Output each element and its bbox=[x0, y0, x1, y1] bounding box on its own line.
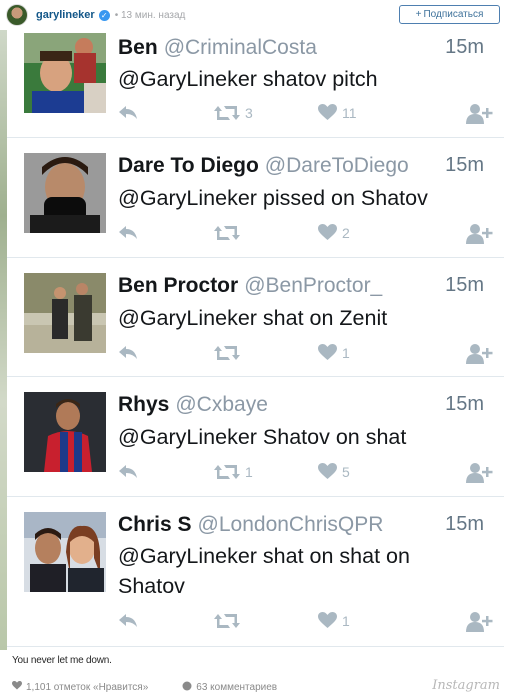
tweet-time[interactable]: 15m bbox=[445, 513, 484, 536]
tweet-handle[interactable]: @Cxbaye bbox=[175, 393, 268, 416]
image-edge-strip bbox=[0, 30, 7, 650]
tweet-author: Ben @CriminalCosta bbox=[118, 36, 317, 60]
retweet-icon[interactable]: 1 bbox=[214, 463, 253, 481]
tweet-item: Chris S @LondonChrisQPR 15m @GaryLineker … bbox=[7, 497, 504, 647]
tweet-text-line: Shatov bbox=[118, 574, 185, 598]
reply-icon[interactable] bbox=[118, 344, 138, 360]
tweet-author: Ben Proctor @BenProctor_ bbox=[118, 274, 382, 298]
tweet-display-name[interactable]: Ben bbox=[118, 36, 158, 59]
retweet-icon[interactable] bbox=[214, 224, 245, 242]
instagram-logo: Instagram bbox=[432, 678, 500, 693]
tweet-time[interactable]: 15m bbox=[445, 154, 484, 177]
retweet-icon[interactable] bbox=[214, 344, 245, 362]
tweet-time[interactable]: 15m bbox=[445, 274, 484, 297]
follow-user-icon[interactable] bbox=[466, 612, 494, 632]
tweet-avatar[interactable] bbox=[24, 33, 106, 113]
instagram-post-footer: 1,101 отметок «Нравится» 63 комментариев… bbox=[0, 678, 508, 694]
tweet-text-line: @GaryLineker shat on shat on bbox=[118, 544, 410, 568]
like-icon[interactable]: 5 bbox=[318, 463, 350, 480]
tweet-text: @GaryLineker shat on shat on Shatov bbox=[118, 541, 488, 601]
tweet-item: Ben Proctor @BenProctor_ 15m @GaryLineker… bbox=[7, 258, 504, 377]
follow-button-label: Подписаться bbox=[423, 9, 484, 20]
account-avatar[interactable] bbox=[6, 4, 28, 26]
like-icon[interactable]: 1 bbox=[318, 344, 350, 361]
plus-icon: + bbox=[415, 9, 422, 20]
like-icon[interactable]: 11 bbox=[318, 104, 357, 121]
like-count: 5 bbox=[342, 463, 350, 480]
retweet-count: 1 bbox=[245, 464, 253, 480]
retweet-icon[interactable] bbox=[214, 612, 245, 630]
tweet-avatar[interactable] bbox=[24, 153, 106, 233]
follow-user-icon[interactable] bbox=[466, 224, 494, 244]
tweet-display-name[interactable]: Dare To Diego bbox=[118, 154, 259, 177]
like-count: 1 bbox=[342, 344, 350, 361]
tweet-avatar[interactable] bbox=[24, 512, 106, 592]
tweet-item: Ben @CriminalCosta 15m @GaryLineker shato… bbox=[7, 30, 504, 138]
tweet-text: @GaryLineker Shatov on shat bbox=[118, 425, 407, 449]
follow-button[interactable]: + Подписаться bbox=[399, 5, 500, 24]
reply-icon[interactable] bbox=[118, 463, 138, 479]
tweet-handle[interactable]: @LondonChrisQPR bbox=[198, 513, 384, 536]
tweet-item: Dare To Diego @DareToDiego 15m @GaryLinek… bbox=[7, 138, 504, 258]
tweet-screenshot: Ben @CriminalCosta 15m @GaryLineker shato… bbox=[0, 30, 508, 650]
comments-count-text[interactable]: 63 комментариев bbox=[196, 682, 277, 693]
like-count: 11 bbox=[342, 104, 357, 121]
like-icon[interactable]: 2 bbox=[318, 224, 350, 241]
tweet-author: Chris S @LondonChrisQPR bbox=[118, 513, 383, 537]
reply-icon[interactable] bbox=[118, 224, 138, 240]
retweet-icon[interactable]: 3 bbox=[214, 104, 253, 122]
likes-count-text[interactable]: 1,101 отметок «Нравится» bbox=[26, 682, 148, 693]
tweet-avatar[interactable] bbox=[24, 392, 106, 472]
heart-icon[interactable] bbox=[12, 681, 22, 693]
reply-icon[interactable] bbox=[118, 104, 138, 120]
tweet-avatar[interactable] bbox=[24, 273, 106, 353]
verified-badge-icon: ✓ bbox=[98, 9, 110, 21]
tweet-text: @GaryLineker shatov pitch bbox=[118, 67, 378, 91]
tweet-time[interactable]: 15m bbox=[445, 36, 484, 59]
post-time: • 13 мин. назад bbox=[114, 9, 186, 21]
tweet-handle[interactable]: @BenProctor_ bbox=[244, 274, 382, 297]
tweet-time[interactable]: 15m bbox=[445, 393, 484, 416]
like-count: 2 bbox=[342, 224, 350, 241]
tweet-actions: 1 5 bbox=[118, 463, 498, 485]
follow-user-icon[interactable] bbox=[466, 463, 494, 483]
tweet-item: Rhys @Cxbaye 15m @GaryLineker Shatov on s… bbox=[7, 377, 504, 497]
tweet-actions: 1 bbox=[118, 612, 498, 634]
tweet-actions: 2 bbox=[118, 224, 498, 246]
like-count: 1 bbox=[342, 612, 350, 629]
tweet-text: @GaryLineker shat on Zenit bbox=[118, 306, 388, 330]
tweet-author: Rhys @Cxbaye bbox=[118, 393, 268, 417]
account-username[interactable]: garylineker bbox=[36, 9, 95, 21]
tweet-actions: 3 11 bbox=[118, 104, 498, 126]
comment-icon[interactable] bbox=[182, 681, 192, 694]
follow-user-icon[interactable] bbox=[466, 104, 494, 124]
post-caption: You never let me down. bbox=[12, 655, 112, 666]
tweet-display-name[interactable]: Chris S bbox=[118, 513, 192, 536]
reply-icon[interactable] bbox=[118, 612, 138, 628]
post-time-text: 13 мин. назад bbox=[120, 9, 186, 21]
tweet-handle[interactable]: @DareToDiego bbox=[265, 154, 409, 177]
like-icon[interactable]: 1 bbox=[318, 612, 350, 629]
tweet-handle[interactable]: @CriminalCosta bbox=[164, 36, 317, 59]
instagram-post-header: garylineker ✓ • 13 мин. назад + Подписат… bbox=[0, 0, 508, 30]
tweet-author: Dare To Diego @DareToDiego bbox=[118, 154, 409, 178]
tweet-display-name[interactable]: Rhys bbox=[118, 393, 169, 416]
tweet-text: @GaryLineker pissed on Shatov bbox=[118, 186, 428, 210]
follow-user-icon[interactable] bbox=[466, 344, 494, 364]
tweet-actions: 1 bbox=[118, 344, 498, 366]
retweet-count: 3 bbox=[245, 105, 253, 121]
tweet-display-name[interactable]: Ben Proctor bbox=[118, 274, 238, 297]
